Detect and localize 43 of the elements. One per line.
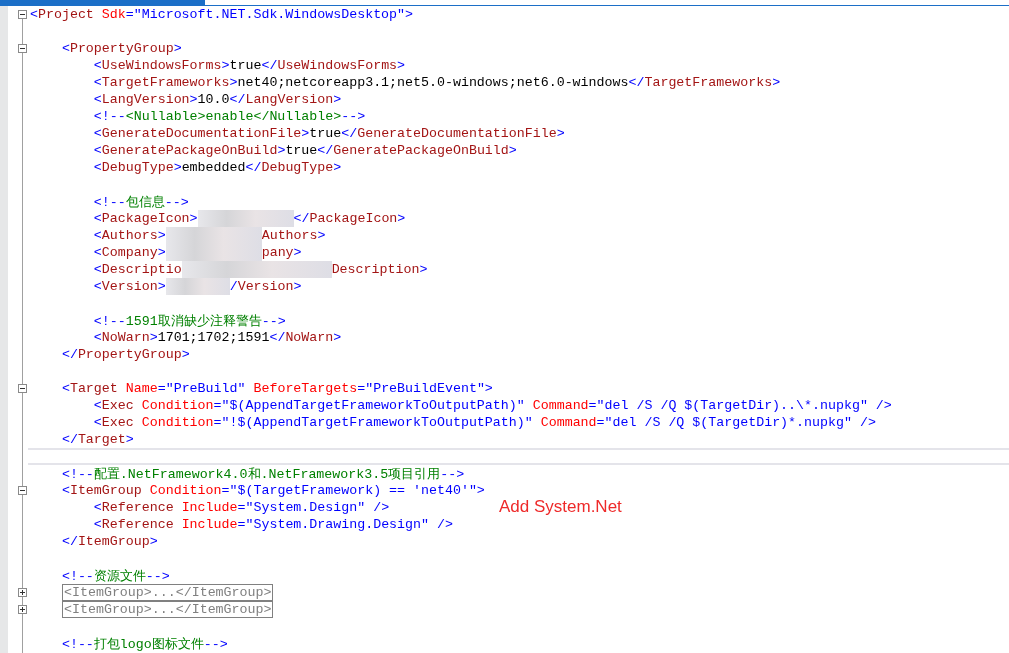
code-text: <Company> (92, 245, 166, 260)
code-text: <Project Sdk="Microsoft.NET.Sdk.WindowsDesktop"> (30, 7, 414, 22)
code-text: </ItemGroup> (60, 534, 158, 549)
collapse-icon[interactable] (18, 384, 27, 393)
annotation-text: Add System.Net (499, 497, 622, 517)
code-text: <LangVersion>10.0</LangVersion> (92, 92, 342, 107)
code-text: <Reference Include="System.Design" /> (92, 500, 390, 515)
code-text: <!--包信息--> (92, 193, 189, 211)
code-text: <ItemGroup Condition="$(TargetFramework) == 'net40'"> (60, 483, 485, 498)
code-text: <Authors> (92, 228, 166, 243)
code-text: <Exec Condition="!$(AppendTargetFrameworkToOutputPath)" Command="del /S /Q $(TargetDir)*.nupkg" /> (92, 415, 876, 430)
code-text: <UseWindowsForms>true</UseWindowsForms> (92, 58, 406, 73)
code-text: </Target> (60, 432, 134, 447)
code-text: <TargetFrameworks>net40;netcoreapp3.1;net5.0-windows;net6.0-windows</TargetFrameworks> (92, 75, 781, 90)
code-text: <!--配置.NetFramework4.0和.NetFramework3.5项目引用--> (60, 465, 465, 483)
code-text: <NoWarn>1701;1702;1591</NoWarn> (92, 330, 342, 345)
code-text: </PackageIcon> (293, 211, 406, 226)
code-text: <Reference Include="System.Drawing.Design" /> (92, 517, 453, 532)
code-text: <Descriptio (92, 262, 182, 277)
code-text: <Version> (92, 279, 166, 294)
collapsed-block[interactable]: <ItemGroup>...</ItemGroup> (62, 584, 274, 601)
code-text: Authors> (261, 228, 326, 243)
code-text: <DebugType>embedded</DebugType> (92, 160, 342, 175)
code-text: pany> (261, 245, 302, 260)
code-text: <!--<Nullable>enable</Nullable>--> (92, 109, 366, 124)
code-text: <Target Name="PreBuild" BeforeTargets="PreBuildEvent"> (60, 381, 493, 396)
collapse-icon[interactable] (18, 10, 27, 19)
code-text: Description> (331, 262, 428, 277)
code-text: </PropertyGroup> (60, 347, 190, 362)
code-text: <GeneratePackageOnBuild>true</GeneratePackageOnBuild> (92, 143, 517, 158)
code-text: <!--打包logo图标文件--> (60, 635, 228, 653)
code-text: <!--资源文件--> (60, 567, 170, 585)
collapse-icon[interactable] (18, 44, 27, 53)
code-text: <PackageIcon> (92, 211, 198, 226)
expand-icon[interactable] (18, 605, 27, 614)
collapsed-block[interactable]: <ItemGroup>...</ItemGroup> (62, 601, 274, 618)
code-text: <PropertyGroup> (60, 41, 182, 56)
code-text: <Exec Condition="$(AppendTargetFrameworkToOutputPath)" Command="del /S /Q $(TargetDir)..\*.nupkg" /> (92, 398, 892, 413)
expand-icon[interactable] (18, 588, 27, 597)
code-text: <GenerateDocumentationFile>true</GenerateDocumentationFile> (92, 126, 565, 141)
code-text: /Version> (229, 279, 302, 294)
collapse-icon[interactable] (18, 486, 27, 495)
code-text: <!--1591取消缺少注释警告--> (92, 312, 286, 330)
